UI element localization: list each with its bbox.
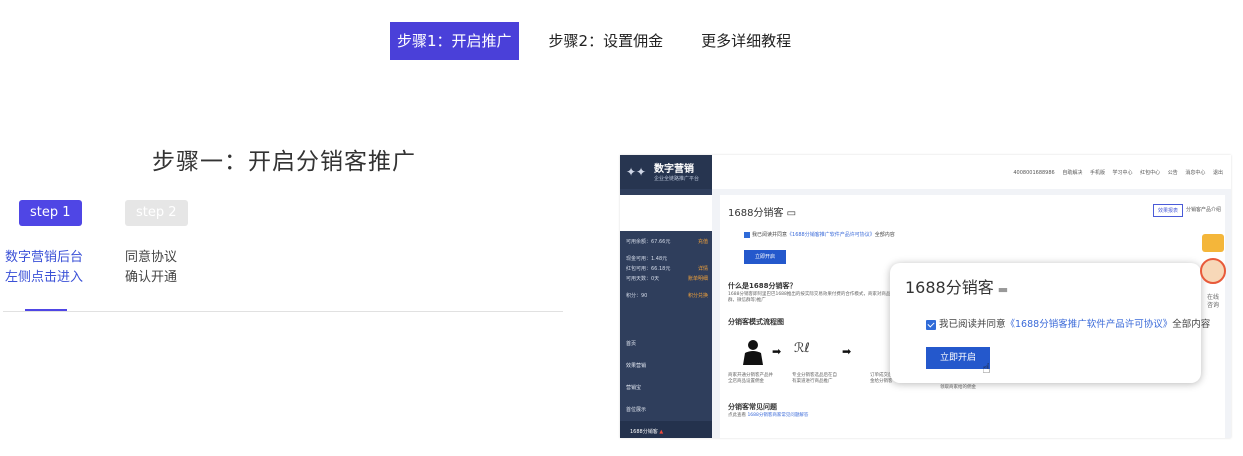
stat-label: 现金可用：1.48元	[626, 256, 668, 262]
stat-row: 积分：90 积分兑换	[626, 291, 708, 301]
menu-item-top-display: 首位展示	[626, 407, 647, 413]
faq-link: 1688分销客商家常见问题解答	[747, 413, 809, 418]
logo-name: 数字营销	[654, 164, 694, 175]
menu-item-effect-marketing: 效果营销	[626, 363, 647, 369]
stat-action: 详情	[697, 266, 708, 272]
stat-label: 可用余额：67.66元	[626, 239, 671, 245]
butterfly-logo-icon: ✦✦	[626, 165, 647, 179]
gift-badge-icon	[1202, 234, 1224, 252]
step2-desc-line2: 确认开通	[125, 270, 178, 285]
phone-link: 4008001688986	[1013, 170, 1055, 176]
step2-description: 同意协议 确认开通	[125, 248, 177, 288]
stat-row: 可用天数：0天 账单明细	[626, 274, 708, 284]
agree-suffix: 全部内容	[874, 232, 895, 238]
tab-step2-set-commission[interactable]: 步骤2：设置佣金	[541, 22, 672, 60]
popup-agree-text: 我已阅读并同意	[939, 319, 1006, 330]
stat-row: 可用余额：67.66元 充值	[626, 237, 708, 247]
self-help-link: 自助解决	[1062, 170, 1083, 176]
red-packet-link: 红包中心	[1140, 170, 1161, 176]
zoomed-agreement-popup: 1688分销客 ▬ 我已阅读并同意《1688分销客推广软件产品许可协议》全部内容 …	[890, 263, 1210, 383]
product-intro-link: 分销客产品介绍	[1185, 207, 1221, 213]
menu-item-label: 1688分销客	[630, 429, 658, 435]
service-avatar-icon	[1200, 258, 1226, 284]
agreement-checkbox-row: 我已阅读并同意《1688分销客推广软件产品许可协议》全部内容	[744, 231, 895, 238]
stat-action: 积分兑换	[687, 293, 708, 299]
screenshot-logo: ✦✦ 数字营销 企业全链路推广平台	[620, 155, 712, 189]
popup-title: 1688分销客 ▬	[905, 274, 1008, 298]
popup-agreement-row: 我已阅读并同意《1688分销客推广软件产品许可协议》全部内容	[926, 316, 1210, 330]
sidebar-account-area	[620, 195, 712, 231]
step1-description: 数字营销后台 左侧点击进入	[5, 248, 83, 288]
faq-prefix: 点此查看	[728, 413, 746, 418]
faq-link-row: 点此查看 1688分销客商家常见问题解答	[728, 413, 978, 419]
stat-action: 账单明细	[687, 276, 708, 282]
distributor-group-icon: ℛℓ	[794, 341, 810, 356]
screenshot-topbar: 4008001688986 自助解决 手机版 学习中心 红包中心 公告 消息中心…	[712, 155, 1231, 189]
menu-item-home: 首页	[626, 341, 637, 347]
menu-item-1688-distributor: 1688分销客 ▲	[620, 421, 712, 438]
stat-label: 红包可用：66.18元	[626, 266, 671, 272]
popup-agree-link: 《1688分销客推广软件产品许可协议》	[1005, 319, 1173, 330]
flow-title: 分销客模式流程图	[728, 318, 784, 326]
comment-icon: ▬	[997, 283, 1009, 296]
tab-more-tutorials[interactable]: 更多详细教程	[693, 22, 799, 60]
step1-badge[interactable]: step 1	[19, 200, 82, 226]
screenshot-sidebar: ✦✦ 数字营销 企业全链路推广平台 可用余额：67.66元 充值 现金可用：1.4…	[620, 155, 712, 438]
popup-title-text: 1688分销客	[905, 278, 994, 297]
mobile-link: 手机版	[1089, 170, 1105, 176]
hand-cursor-icon: ☝	[982, 361, 991, 377]
menu-item-yingxiaobao: 营销宝	[626, 385, 642, 391]
open-now-button-small: 立即开启	[744, 250, 786, 264]
flow-step-caption: 商家开通分销客产品并全店商品设置佣金	[728, 373, 773, 384]
effect-report-tab: 效果报表	[1152, 204, 1183, 217]
agree-link: 《1688分销客推广软件产品许可协议》	[787, 232, 875, 238]
online-consult-label: 在线 咨询	[1200, 294, 1226, 310]
notice-link: 公告	[1167, 170, 1178, 176]
merchant-person-icon	[743, 340, 763, 365]
message-center-link: 消息中心	[1185, 170, 1206, 176]
open-now-button: 立即开启	[926, 347, 990, 369]
steps-divider	[3, 311, 563, 312]
stat-row: 现金可用：1.48元	[626, 254, 708, 264]
sidebar-balance-stats: 可用余额：67.66元 充值 现金可用：1.48元 红包可用：66.18元 详情 可…	[626, 237, 708, 301]
stat-label: 积分：90	[626, 293, 648, 299]
flow-step-caption: 专业分销客选品后在自有渠道进行商品推广	[792, 373, 837, 384]
step2-desc-line1: 同意协议	[125, 250, 178, 265]
checkbox-icon	[744, 231, 750, 238]
flow-step-caption: 领取商家给的佣金	[940, 385, 976, 390]
content-title-text: 1688分销客	[728, 208, 784, 219]
popup-agree-suffix: 全部内容	[1172, 319, 1211, 330]
agree-text: 我已阅读并同意	[752, 232, 788, 238]
sidebar-menu: 首页 效果营销 营销宝 首位展示 1688分销客 ▲	[620, 333, 712, 438]
comment-icon: ▭	[786, 208, 797, 219]
faq-title: 分销客常见问题	[728, 403, 777, 411]
topbar-links: 4008001688986 自助解决 手机版 学习中心 红包中心 公告 消息中心…	[1007, 169, 1223, 176]
stat-action: 充值	[697, 239, 708, 245]
section-title: 步骤一：开启分销客推广	[152, 149, 416, 175]
consult-label: 咨询	[1206, 302, 1219, 309]
stat-row: 红包可用：66.18元 详情	[626, 264, 708, 274]
stat-label: 可用天数：0天	[626, 276, 660, 282]
learning-center-link: 学习中心	[1112, 170, 1133, 176]
what-is-title: 什么是1688分销客？	[728, 282, 797, 290]
logo-subtitle: 企业全链路推广平台	[654, 176, 700, 182]
step1-desc-line1: 数字营销后台	[5, 250, 84, 265]
top-tab-nav: 步骤1：开启推广 步骤2：设置佣金 更多详细教程	[390, 22, 821, 60]
hot-icon: ▲	[659, 429, 664, 435]
flow-arrow-icon: ➡	[772, 345, 782, 358]
content-title: 1688分销客 ▭	[728, 204, 796, 219]
online-label: 在线	[1206, 294, 1219, 301]
checkbox-checked-icon	[926, 319, 936, 330]
tab-step1-open-promotion[interactable]: 步骤1：开启推广	[390, 22, 519, 60]
logout-link: 退出	[1212, 170, 1223, 176]
active-step-indicator	[25, 309, 67, 311]
floating-service-widget: 在线 咨询	[1196, 232, 1232, 316]
flow-arrow-icon: ➡	[842, 345, 852, 358]
step2-badge[interactable]: step 2	[125, 200, 188, 226]
step1-desc-line2: 左侧点击进入	[5, 270, 84, 285]
